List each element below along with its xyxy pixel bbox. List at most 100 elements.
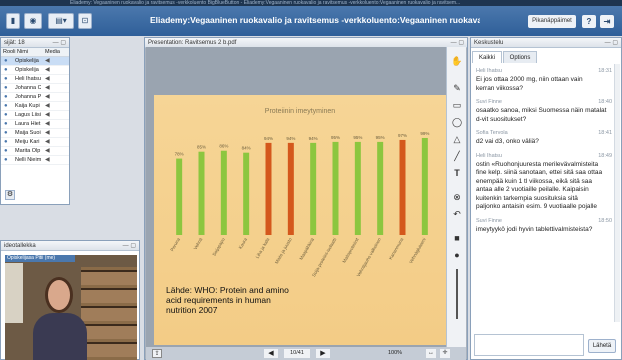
- speaker-icon[interactable]: ◀: [45, 156, 50, 165]
- rectangle-icon[interactable]: ▭: [451, 99, 463, 111]
- line-icon[interactable]: ╱: [451, 150, 463, 162]
- speaker-icon[interactable]: ◀: [45, 138, 50, 147]
- video-header: ideotallekka — ▢: [1, 241, 139, 251]
- thickness-icon[interactable]: ●: [451, 249, 463, 261]
- home-button[interactable]: ▮: [6, 13, 20, 29]
- participants-panel: sijät: 18 — ▢ Rooli Nimi Media ● Opiskeli…: [0, 37, 70, 205]
- pencil-icon[interactable]: ✎: [451, 82, 463, 94]
- chat-message-line: ostin «Ruohonjuuresta merilevävalmisteit…: [476, 160, 599, 168]
- tab-options[interactable]: Options: [503, 51, 537, 63]
- user-icon: ●: [4, 103, 8, 109]
- text-icon[interactable]: T: [451, 167, 463, 179]
- layout-button[interactable]: ▤▾: [48, 13, 74, 29]
- speaker-icon[interactable]: ◀: [45, 147, 50, 156]
- slide-viewport: Proteiinin imeytyminen 78% Peruna 85% Vehnä…: [146, 47, 446, 347]
- fit-page-icon[interactable]: ✛: [440, 349, 450, 358]
- chat-author: Heli Ihatsu: [476, 68, 502, 74]
- participant-row[interactable]: ● Maija Suoi ◀: [1, 129, 69, 138]
- chat-title: Keskustelu: [474, 40, 504, 46]
- participant-row[interactable]: ● Meiju Kari ◀: [1, 138, 69, 147]
- webcam-button[interactable]: ◉: [24, 13, 42, 29]
- chart-bar: [243, 152, 250, 235]
- chat-timestamp: 18:49: [598, 152, 612, 159]
- thickness-slider[interactable]: [456, 269, 458, 319]
- chat-message-line: enempää kuin 1 tl viikossa, eikä sitä sa…: [476, 177, 592, 185]
- chat-message-line: Ei jos ottaa 2000 mg, niin ottaan vain: [476, 76, 583, 83]
- user-icon: ●: [4, 112, 8, 118]
- chat-timestamp: 18:41: [598, 130, 612, 136]
- chart-bar: [220, 150, 227, 235]
- person-head-image: [45, 277, 73, 313]
- participant-row[interactable]: ● Kaija Kupi ◀: [1, 102, 69, 111]
- bar-value-label: 95%: [353, 135, 362, 140]
- participant-name: Johanna C: [15, 85, 41, 91]
- fit-width-icon[interactable]: ↔: [426, 349, 436, 358]
- page-indicator[interactable]: 10/41: [284, 349, 310, 358]
- clear-icon[interactable]: ⊗: [451, 191, 463, 203]
- speaker-icon[interactable]: ◀: [45, 93, 50, 102]
- speaker-icon[interactable]: ◀: [45, 57, 50, 66]
- participant-row[interactable]: ● Marita Olp ◀: [1, 147, 69, 156]
- chat-timestamp: 18:40: [598, 99, 612, 105]
- participant-row[interactable]: ● Johanna C ◀: [1, 84, 69, 93]
- send-button[interactable]: Lähetä: [588, 339, 616, 353]
- category-label: Kaura: [238, 237, 249, 250]
- participant-row[interactable]: ● Heli Ihatsu ◀: [1, 75, 69, 84]
- participant-row[interactable]: ● Nelli Nieim ◀: [1, 156, 69, 165]
- speaker-icon[interactable]: ◀: [45, 102, 50, 111]
- help-button[interactable]: ?: [582, 15, 596, 28]
- circle-icon[interactable]: ◯: [451, 116, 463, 128]
- chat-controls-icon[interactable]: — ▢: [605, 38, 618, 48]
- color-swatch-icon[interactable]: ■: [451, 232, 463, 244]
- participant-row[interactable]: ● Lagus Liisi ◀: [1, 111, 69, 120]
- participant-row[interactable]: ● Laura Hiet ◀: [1, 120, 69, 129]
- bar-value-label: 84%: [242, 146, 251, 151]
- speaker-icon[interactable]: ◀: [45, 66, 50, 75]
- chat-message-line: imeytyykö jodi hyvin tablettivalmisteist…: [476, 225, 593, 233]
- speaker-icon[interactable]: ◀: [45, 75, 50, 84]
- participant-row[interactable]: ● Opiskelija ◀: [1, 57, 69, 66]
- participant-name: Kaija Kupi: [15, 103, 40, 109]
- chat-message-line: d-vit suositukset?: [476, 115, 527, 123]
- prev-slide-icon[interactable]: ◀: [264, 349, 278, 358]
- chat-message-line: osaatko sanoa, miksi Suomessa näin matal…: [476, 107, 607, 114]
- upload-icon[interactable]: ⇪: [152, 349, 162, 358]
- column-name[interactable]: Nimi: [17, 48, 28, 57]
- participant-row[interactable]: ● Johanna P ◀: [1, 93, 69, 102]
- logout-button[interactable]: ⇥: [600, 15, 614, 28]
- tab-all[interactable]: Kaikki: [472, 51, 502, 63]
- category-label: Maito ja juusto: [274, 237, 293, 265]
- chat-input[interactable]: [474, 334, 584, 356]
- column-role[interactable]: Rooli: [3, 48, 16, 57]
- category-label: Maapähkinä: [298, 237, 315, 261]
- category-label: Vehnä: [193, 237, 204, 251]
- participant-row[interactable]: ● Opiskelija ◀: [1, 66, 69, 75]
- panel-controls-icon[interactable]: — ▢: [53, 38, 66, 48]
- triangle-icon[interactable]: △: [451, 133, 463, 145]
- user-icon: ●: [4, 157, 8, 163]
- source-line: nutrition 2007: [166, 305, 218, 315]
- speaker-icon[interactable]: ◀: [45, 129, 50, 138]
- video-panel-controls-icon[interactable]: — ▢: [123, 241, 136, 251]
- undo-icon[interactable]: ↶: [451, 208, 463, 220]
- next-slide-icon[interactable]: ▶: [316, 349, 330, 358]
- chat-message-text: d2 vai d3, onko väliä?: [476, 138, 608, 147]
- chart-bar: [176, 158, 183, 235]
- participant-name: Marita Olp: [15, 148, 41, 154]
- column-media[interactable]: Media: [45, 48, 60, 57]
- chat-message-meta: Heli Ihatsu 18:49: [476, 153, 612, 159]
- presentation-slide: Proteiinin imeytyminen 78% Peruna 85% Vehnä…: [154, 95, 446, 345]
- settings-gear-icon[interactable]: ⚙: [5, 190, 15, 200]
- category-label: Vehnägluteeni: [408, 237, 427, 264]
- hand-icon[interactable]: ✋: [451, 55, 463, 67]
- chat-scrollbar[interactable]: [614, 64, 620, 322]
- status-button[interactable]: ⊡: [78, 13, 92, 29]
- speaker-icon[interactable]: ◀: [45, 120, 50, 129]
- bar-value-label: 85%: [197, 145, 206, 150]
- chat-message-meta: Sofia Tervola 18:41: [476, 130, 612, 136]
- shortcuts-button[interactable]: Pikanäppäimet: [528, 15, 576, 28]
- chat-message-text: ostin «Ruohonjuuresta merilevävalmisteit…: [476, 161, 608, 212]
- speaker-icon[interactable]: ◀: [45, 84, 50, 93]
- speaker-icon[interactable]: ◀: [45, 111, 50, 120]
- bar-value-label: 86%: [219, 144, 228, 149]
